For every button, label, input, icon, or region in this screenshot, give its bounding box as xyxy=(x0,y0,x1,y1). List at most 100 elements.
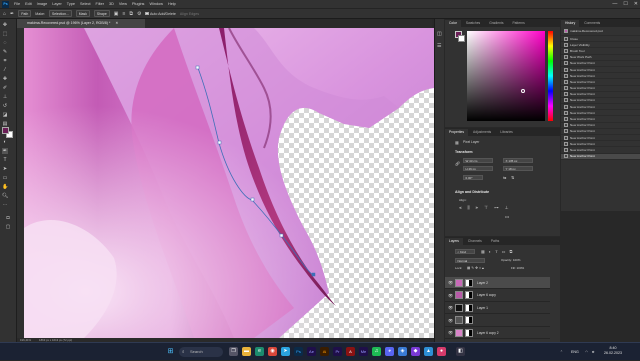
filter-type-icon[interactable]: T xyxy=(495,249,497,254)
tab-swatches[interactable]: Swatches xyxy=(462,20,484,27)
quick-select-tool-icon[interactable]: ✎ xyxy=(2,49,8,55)
document-tab[interactable]: makima-Recovered.psd @ 196% (Layer 2, RG… xyxy=(17,19,145,28)
path-select-tool-icon[interactable]: ➤ xyxy=(2,166,8,172)
layer-mask-thumbnail[interactable] xyxy=(465,316,473,324)
align-edges-checkbox[interactable]: Align Edges xyxy=(180,12,199,16)
anchor-point-selected[interactable] xyxy=(311,272,316,277)
layer-mask-thumbnail[interactable] xyxy=(465,303,473,312)
height-field[interactable]: H 26 px xyxy=(463,166,493,171)
media-encoder-icon[interactable]: Me xyxy=(359,347,368,356)
visibility-eye-icon[interactable]: 👁︎ xyxy=(448,305,453,310)
menu-layer[interactable]: Layer xyxy=(52,2,62,6)
tray-chevron-icon[interactable]: ⌃ xyxy=(560,343,563,361)
hand-tool-icon[interactable]: ✋ xyxy=(2,184,8,190)
make-shape-button[interactable]: Shape xyxy=(93,10,110,17)
app-icon[interactable]: ◆ xyxy=(411,347,420,356)
align-center-icon[interactable]: ⫼ xyxy=(468,205,470,211)
align-left-icon[interactable]: ⫷ xyxy=(459,205,462,211)
history-brush-icon[interactable]: ↺ xyxy=(2,103,8,109)
layer-row[interactable]: 👁︎ Layer 6 copy xyxy=(445,290,550,302)
align-top-icon[interactable]: ⊤ xyxy=(484,205,488,211)
after-effects-icon[interactable]: Ae xyxy=(307,347,316,356)
more-options-icon[interactable]: ••• xyxy=(505,214,509,219)
lock-icons[interactable]: ▦ ✎ ✥ ⌗ 🔒︎ xyxy=(467,266,484,270)
windows-start-icon[interactable]: ⊞ xyxy=(166,347,175,356)
angle-field[interactable]: 0.00° xyxy=(463,175,483,180)
filter-adjustment-icon[interactable]: ◐ xyxy=(489,249,491,254)
menu-help[interactable]: Help xyxy=(168,2,176,6)
home-icon[interactable]: ⌂ xyxy=(3,11,6,17)
lasso-tool-icon[interactable]: ◌ xyxy=(2,40,8,46)
tab-patterns[interactable]: Patterns xyxy=(508,20,528,27)
layer-filter-select[interactable]: ⌕ Kind xyxy=(455,249,475,254)
filter-smart-icon[interactable]: ⧉ xyxy=(509,249,512,254)
premiere-icon[interactable]: Pr xyxy=(333,347,342,356)
tab-layers[interactable]: Layers xyxy=(445,238,463,245)
menu-window[interactable]: Window xyxy=(149,2,163,6)
layer-mask-thumbnail[interactable] xyxy=(465,291,473,299)
screen-mode-icon[interactable]: ▢ xyxy=(5,224,11,230)
clone-stamp-icon[interactable]: ⊥ xyxy=(2,94,8,100)
settings-gear-icon[interactable]: ⚙ xyxy=(137,11,141,17)
tab-channels[interactable]: Channels xyxy=(464,238,486,245)
telegram-icon[interactable]: ➤ xyxy=(281,347,290,356)
visibility-eye-icon[interactable]: 👁︎ xyxy=(448,280,453,285)
tab-adjustments[interactable]: Adjustments xyxy=(469,129,495,136)
tab-gradients[interactable]: Gradients xyxy=(485,20,507,27)
tab-history[interactable]: History xyxy=(561,20,580,27)
fill-field[interactable]: Fill: 100% xyxy=(511,266,524,270)
align-bottom-icon[interactable]: ⊥ xyxy=(505,205,509,211)
anchor-point[interactable] xyxy=(217,140,222,145)
discord-icon[interactable]: ◕ xyxy=(385,347,394,356)
volume-icon[interactable]: 🔊︎ xyxy=(592,343,594,361)
marquee-tool-icon[interactable]: ⬚ xyxy=(2,31,8,37)
panel-icon[interactable]: ☰ xyxy=(437,43,441,49)
tab-paths[interactable]: Paths xyxy=(487,238,503,245)
healing-brush-icon[interactable]: ✚ xyxy=(2,76,8,82)
visibility-eye-icon[interactable]: 👁︎ xyxy=(448,318,453,323)
panel-icon[interactable]: ◫ xyxy=(437,31,442,37)
tab-color[interactable]: Color xyxy=(445,20,461,27)
crop-tool-icon[interactable]: ⌗ xyxy=(2,58,8,64)
width-field[interactable]: W 43 cm xyxy=(463,158,493,163)
eyedropper-tool-icon[interactable]: ⁄ xyxy=(2,67,8,73)
acrobat-icon[interactable]: A xyxy=(346,347,355,356)
align-right-icon[interactable]: ⫸ xyxy=(476,205,479,211)
color-field[interactable] xyxy=(467,31,545,121)
menu-edit[interactable]: Edit xyxy=(25,2,32,6)
more-tools-icon[interactable]: ⋯ xyxy=(2,202,8,208)
menu-file[interactable]: File xyxy=(14,2,20,6)
menu-filter[interactable]: Filter xyxy=(96,2,104,6)
illustrator-icon[interactable]: Ai xyxy=(320,347,329,356)
dodge-tool-icon[interactable]: ◐ xyxy=(2,139,8,145)
layer-row[interactable]: 👁︎ Layer 1 xyxy=(445,302,550,314)
app-icon[interactable]: ◧ xyxy=(456,347,465,356)
foreground-color-swatch[interactable] xyxy=(2,127,9,134)
taskbar-search[interactable]: ⌕ Search xyxy=(179,347,223,357)
anchor-point[interactable] xyxy=(195,65,200,70)
anchor-point[interactable] xyxy=(279,233,284,238)
hue-slider[interactable] xyxy=(548,31,553,121)
make-mask-button[interactable]: Mask xyxy=(75,10,90,17)
filter-pixel-icon[interactable]: ▦ xyxy=(481,249,485,254)
layer-mask-thumbnail[interactable] xyxy=(465,328,473,337)
close-button[interactable]: ✕ xyxy=(634,1,638,7)
link-proportions-icon[interactable]: 🔗︎ xyxy=(455,161,460,166)
maximize-button[interactable]: ☐ xyxy=(623,1,627,7)
filter-shape-icon[interactable]: ▭ xyxy=(502,249,506,254)
wifi-icon[interactable]: ◠ xyxy=(585,343,588,361)
y-field[interactable]: Y 18 px xyxy=(503,166,533,171)
clock[interactable]: 8:40 26.02.2023 xyxy=(604,346,622,356)
path-arrangement-icon[interactable]: ⧉ xyxy=(129,11,133,17)
auto-add-delete-checkbox[interactable]: Auto Add/Delete xyxy=(145,12,176,16)
blend-mode-select[interactable]: Normal xyxy=(455,258,485,263)
path-operations-icon[interactable]: ▣ xyxy=(114,11,119,17)
language-indicator[interactable]: ENG xyxy=(571,343,579,361)
history-snapshot[interactable]: makima-Recovered.psd xyxy=(561,27,640,36)
history-item[interactable]: New Anchor Point xyxy=(561,153,640,160)
menu-view[interactable]: View xyxy=(119,2,127,6)
tab-libraries[interactable]: Libraries xyxy=(496,129,517,136)
type-tool-icon[interactable]: T xyxy=(2,157,8,163)
align-middle-icon[interactable]: ⊶ xyxy=(494,205,499,211)
app-icon[interactable]: ● xyxy=(437,347,446,356)
